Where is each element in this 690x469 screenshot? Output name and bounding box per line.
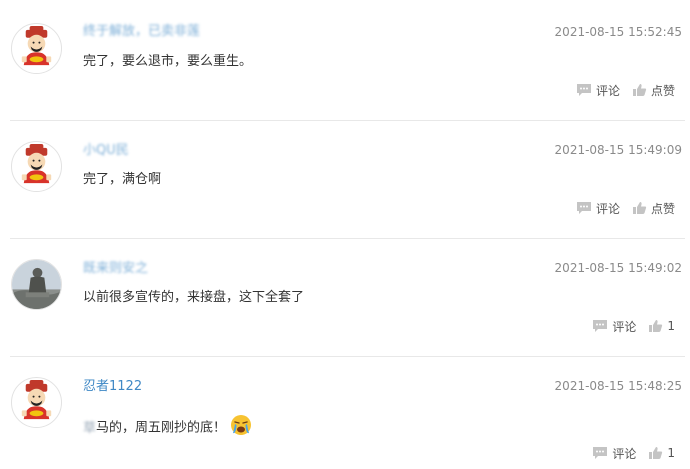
like-button[interactable]: 点赞 [632,200,675,217]
comment-item: 小QU民 2021-08-15 15:49:09 完了，满仓啊 评论 点赞 [0,121,690,238]
username[interactable]: 小QU民 [83,143,129,159]
comment-actions: 评论 点赞 [576,81,675,99]
reply-label: 评论 [612,319,637,334]
username[interactable]: 忍者1122 [83,379,142,395]
comment-icon [593,320,608,332]
comment-icon [576,84,591,96]
reply-button[interactable]: 评论 [592,318,636,335]
like-button[interactable]: 1 [648,446,675,460]
like-count: 1 [667,319,675,333]
comment-content: 完了，满仓啊 [83,172,162,187]
reply-button[interactable]: 评论 [576,200,620,217]
comment-time: 2021-08-15 15:49:02 [554,261,682,275]
like-count: 1 [667,446,675,460]
comment-content: 以前很多宣传的，来接盘，这下全套了 [83,290,305,305]
crying-emoji-icon [229,413,253,443]
masked-word: 草 [83,420,97,436]
reply-button[interactable]: 评论 [576,82,620,99]
reply-label: 评论 [595,201,620,216]
avatar[interactable] [11,23,62,74]
comment-actions: 评论 1 [592,317,675,335]
reply-label: 评论 [612,446,637,461]
reply-button[interactable]: 评论 [592,445,636,462]
comment-time: 2021-08-15 15:48:25 [554,379,682,393]
thumbs-up-icon [632,84,647,96]
comment-text: 马的，周五刚抄的底！ [96,420,227,436]
like-label: 点赞 [650,201,675,216]
thumbs-up-icon [632,202,647,214]
thumbs-up-icon [649,447,663,459]
comment-actions: 评论 点赞 [576,199,675,217]
username[interactable]: 既来则安之 [83,261,148,277]
comment-time: 2021-08-15 15:49:09 [554,143,682,157]
comment-icon [576,202,591,214]
comment-list: 终于解放，已卖非莲 2021-08-15 15:52:45 完了，要么退市，要么… [0,0,690,469]
comment-actions: 评论 1 [592,444,675,462]
caishen-avatar-icon [21,25,52,66]
comment-item: 既来则安之 2021-08-15 15:49:02 以前很多宣传的，来接盘，这下… [0,239,690,355]
avatar[interactable] [11,141,62,192]
reply-label: 评论 [595,83,620,98]
avatar[interactable] [11,377,62,428]
avatar[interactable] [11,259,62,310]
comment-content: 完了，要么退市，要么重生。 [83,54,253,69]
like-button[interactable]: 点赞 [632,82,675,99]
comment-time: 2021-08-15 15:52:45 [554,25,682,39]
thumbs-up-icon [649,320,663,332]
like-button[interactable]: 1 [648,319,675,333]
statue-photo-avatar [12,260,61,309]
comment-icon [593,447,608,459]
username[interactable]: 终于解放，已卖非莲 [83,24,200,40]
caishen-avatar-icon [21,379,52,420]
caishen-avatar-icon [21,143,52,184]
comment-item: 忍者1122 2021-08-15 15:48:25 草马的，周五刚抄的底！ 评… [0,357,690,469]
comment-content: 草马的，周五刚抄的底！ [83,413,253,443]
like-label: 点赞 [650,83,675,98]
comment-item: 终于解放，已卖非莲 2021-08-15 15:52:45 完了，要么退市，要么… [0,0,690,118]
